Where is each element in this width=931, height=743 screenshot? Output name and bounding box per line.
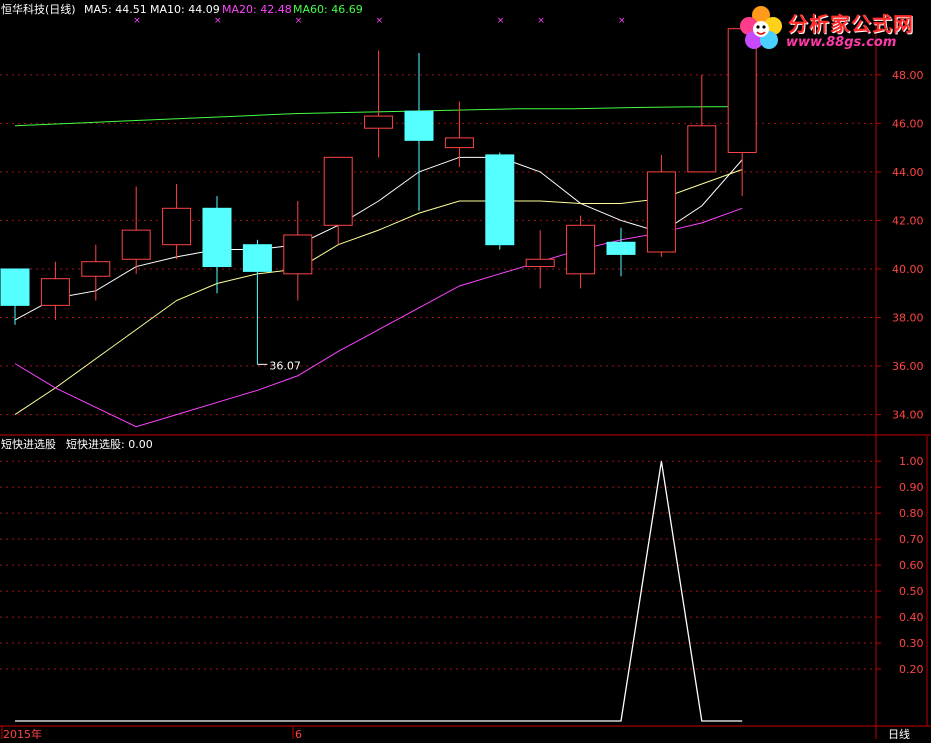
candle-body xyxy=(566,224,596,275)
candle-body xyxy=(444,137,474,149)
ma20-legend: MA20: 42.48 xyxy=(222,3,292,16)
price-tick-label: 42.00 xyxy=(892,214,924,227)
candle[interactable] xyxy=(0,268,30,325)
indicator-tick-label: 0.70 xyxy=(899,533,924,546)
time-axis: 2015年 6 日线 xyxy=(1,726,910,741)
indicator-tick-label: 0.30 xyxy=(899,637,924,650)
indicator-axis: 0.20 0.30 0.40 0.50 0.60 0.70 0.80 0.90 1.00 xyxy=(876,455,924,676)
signal-marker: × xyxy=(618,16,626,26)
candle-body xyxy=(485,154,515,246)
ma5-legend: MA5: 44.51 xyxy=(84,3,147,16)
candle-body xyxy=(162,207,192,246)
candle-body xyxy=(40,278,70,306)
price-tick-label: 46.00 xyxy=(892,117,924,130)
signal-marker: × xyxy=(214,16,222,26)
candle[interactable] xyxy=(364,50,394,158)
candle-body xyxy=(81,261,111,277)
signal-marker: × xyxy=(537,16,545,26)
flower-logo-icon xyxy=(740,6,782,49)
indicator-tick-label: 1.00 xyxy=(899,455,924,468)
candle-body xyxy=(121,229,151,260)
indicator-name[interactable]: 短快进选股 xyxy=(1,437,56,451)
price-tick-label: 38.00 xyxy=(892,312,924,325)
price-tick-label: 36.00 xyxy=(892,360,924,373)
candle[interactable] xyxy=(121,186,151,274)
watermark-url: www.88gs.com xyxy=(786,35,897,50)
indicator-tick-label: 0.40 xyxy=(899,611,924,624)
candle[interactable] xyxy=(525,230,555,289)
candle-body xyxy=(364,115,394,129)
ma60-legend: MA60: 46.69 xyxy=(293,3,363,16)
ma10-legend: MA10: 44.09 xyxy=(150,3,220,16)
candle-body xyxy=(242,244,272,272)
candle-body xyxy=(687,125,717,173)
candle[interactable] xyxy=(404,52,434,211)
indicator-grid xyxy=(0,460,876,670)
candle[interactable] xyxy=(202,196,232,294)
indicator-tick-label: 0.90 xyxy=(899,481,924,494)
watermark-logo: 分析家公式网 www.88gs.com xyxy=(736,2,928,54)
low-price-label: 36.07 xyxy=(269,359,301,372)
signal-marker: × xyxy=(497,16,505,26)
candle-body xyxy=(606,241,636,255)
candle[interactable] xyxy=(283,201,313,301)
signal-markers: × × × × × × × xyxy=(133,16,625,26)
price-tick-label: 34.00 xyxy=(892,409,924,422)
candle-body xyxy=(283,234,313,275)
indicator-tick-label: 0.50 xyxy=(899,585,924,598)
indicator-value: 短快进选股: 0.00 xyxy=(66,437,153,451)
low-price-annotation: 36.07 xyxy=(257,359,301,372)
signal-marker: × xyxy=(376,16,384,26)
period-label[interactable]: 日线 xyxy=(888,727,910,741)
watermark-title: 分析家公式网 xyxy=(788,12,914,36)
candle[interactable] xyxy=(323,156,353,245)
month-label: 6 xyxy=(295,728,302,739)
stock-chart-window: × × × × × × × 34.00 36.00 38.00 40.00 42.00 44.00 46… xyxy=(0,0,931,741)
candle-body xyxy=(646,171,676,253)
year-label: 2015年 xyxy=(3,727,42,739)
price-tick-label: 44.00 xyxy=(892,166,924,179)
price-axis: 34.00 36.00 38.00 40.00 42.00 44.00 46.00 48.00 xyxy=(876,69,924,422)
indicator-tick-label: 0.80 xyxy=(899,507,924,520)
candle-body xyxy=(525,258,555,268)
candle[interactable] xyxy=(646,154,676,257)
candlesticks[interactable] xyxy=(0,28,757,365)
ma-legend: 恒华科技(日线) MA5: 44.51 MA10: 44.09 MA20: 42… xyxy=(1,2,363,16)
candle[interactable] xyxy=(242,239,272,365)
candle-body xyxy=(0,268,30,306)
signal-marker: × xyxy=(133,16,141,26)
indicator-legend: 短快进选股 短快进选股: 0.00 xyxy=(1,437,153,451)
indicator-tick-label: 0.20 xyxy=(899,663,924,676)
candle[interactable] xyxy=(566,215,596,289)
candle[interactable] xyxy=(687,74,717,173)
candle[interactable] xyxy=(40,261,70,320)
candle[interactable] xyxy=(485,152,515,250)
candle-body xyxy=(202,207,232,268)
chart-canvas[interactable]: × × × × × × × 34.00 36.00 38.00 40.00 42.00 44.00 46… xyxy=(0,0,931,741)
candle-body xyxy=(404,110,434,141)
stock-title[interactable]: 恒华科技(日线) xyxy=(1,2,76,16)
price-tick-label: 48.00 xyxy=(892,69,924,82)
signal-marker: × xyxy=(295,16,303,26)
ma10-line xyxy=(14,168,743,416)
candle-body xyxy=(323,156,353,226)
indicator-tick-label: 0.60 xyxy=(899,559,924,572)
candle[interactable] xyxy=(162,184,192,260)
price-tick-label: 40.00 xyxy=(892,263,924,276)
